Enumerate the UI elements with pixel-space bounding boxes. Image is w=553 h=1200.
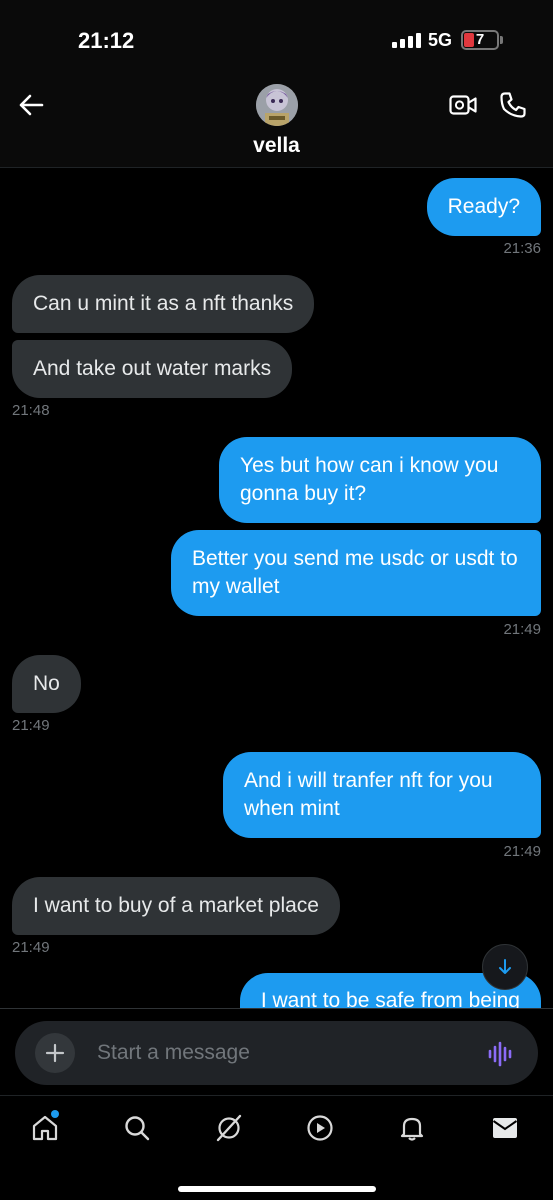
nav-grok[interactable] [211, 1110, 247, 1146]
message-received[interactable]: I want to buy of a market place [12, 877, 340, 935]
battery-tip [500, 36, 503, 44]
notification-dot [51, 1110, 59, 1118]
message-timestamp: 21:49 [12, 939, 50, 956]
arrow-left-icon [19, 94, 44, 116]
nav-notifications[interactable] [394, 1110, 430, 1146]
network-label: 5G [428, 30, 453, 50]
bottom-nav [0, 1095, 553, 1200]
message-timestamp: 21:49 [503, 621, 541, 638]
voice-wave-icon [488, 1041, 512, 1067]
video-call-button[interactable] [447, 90, 479, 120]
battery-icon: 7 [461, 30, 499, 50]
bell-icon [400, 1117, 424, 1141]
grok-icon [216, 1114, 242, 1142]
message-input[interactable] [97, 1033, 457, 1073]
message-sent[interactable]: Yes but how can i know you gonna buy it? [219, 437, 541, 523]
signal-icon [392, 33, 421, 48]
plus-icon [45, 1043, 65, 1063]
message-sent[interactable]: And i will tranfer nft for you when mint [223, 752, 541, 838]
back-button[interactable] [14, 88, 48, 122]
play-icon [307, 1115, 333, 1141]
nav-messages[interactable] [487, 1110, 523, 1146]
status-time: 21:12 [78, 28, 135, 53]
message-timestamp: 21:36 [503, 240, 541, 257]
composer [15, 1021, 538, 1085]
message-received[interactable]: No [12, 655, 81, 713]
home-indicator[interactable] [178, 1186, 376, 1192]
phone-icon [500, 92, 526, 118]
scroll-to-bottom-button[interactable] [482, 944, 528, 990]
contact-name[interactable]: vella [0, 134, 553, 158]
voice-message-button[interactable] [485, 1039, 517, 1069]
avatar-image [256, 84, 298, 126]
nav-search[interactable] [119, 1110, 155, 1146]
mail-icon [492, 1118, 518, 1138]
arrow-down-icon [499, 959, 511, 974]
message-received[interactable]: Can u mint it as a nft thanks [12, 275, 315, 333]
nav-video[interactable] [302, 1110, 338, 1146]
composer-bar [0, 1008, 553, 1095]
battery-level: 7 [475, 31, 485, 48]
message-timestamp: 21:49 [503, 843, 541, 860]
message-sent[interactable]: Better you send me usdc or usdt to my wa… [171, 530, 541, 616]
message-received[interactable]: And take out water marks [12, 340, 293, 398]
add-attachment-button[interactable] [35, 1033, 75, 1073]
avatar[interactable] [256, 84, 298, 126]
voice-call-button[interactable] [496, 88, 530, 122]
search-icon [125, 1116, 150, 1141]
message-sent[interactable]: Ready? [426, 178, 541, 236]
top-bar: 21:12 5G 7 vella [0, 0, 553, 168]
message-timestamp: 21:49 [12, 717, 50, 734]
video-icon [449, 95, 477, 115]
message-timestamp: 21:48 [12, 402, 50, 419]
